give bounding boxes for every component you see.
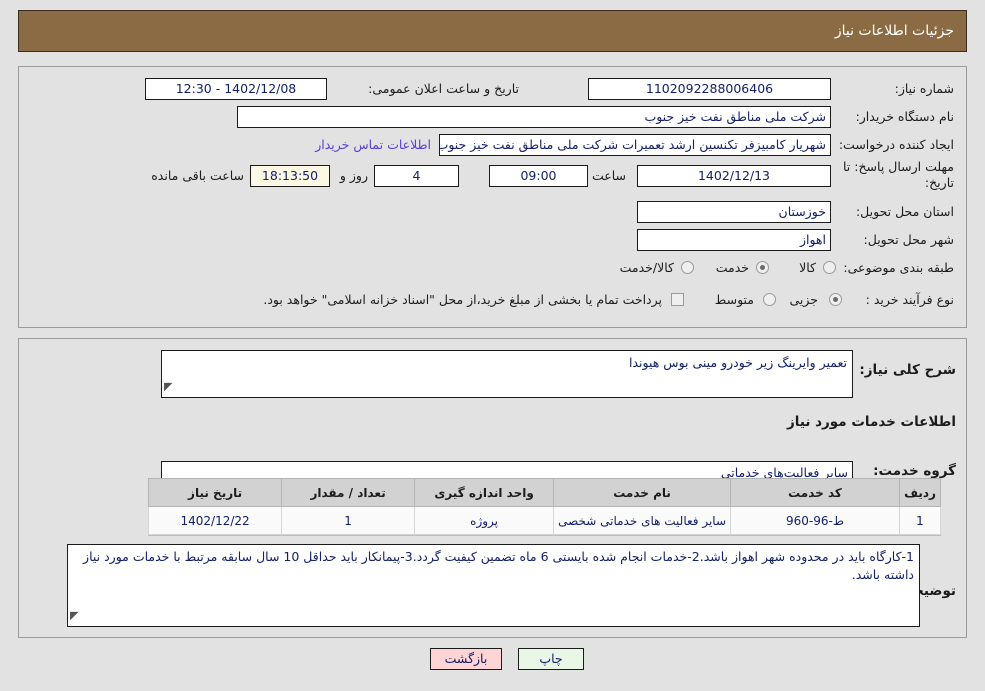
general-description-label: شرح کلی نیاز: bbox=[859, 362, 956, 378]
resize-grip-icon-2[interactable]: ◥ bbox=[70, 607, 78, 625]
back-button[interactable]: بازگشت bbox=[430, 648, 502, 670]
th-need-date: تاریخ نیاز bbox=[148, 478, 283, 507]
need-number-label: شماره نیاز: bbox=[894, 81, 954, 96]
delivery-city-value: اهواز bbox=[637, 229, 831, 251]
general-description-textarea[interactable]: تعمیر وایرینگ زیر خودرو مینی بوس هیوندا … bbox=[161, 350, 853, 398]
radio-process-medium-label: متوسط bbox=[714, 292, 754, 307]
cell-unit: پروژه bbox=[414, 506, 555, 535]
remaining-hours-label: ساعت باقی مانده bbox=[151, 168, 244, 183]
radio-classification-service[interactable] bbox=[756, 261, 769, 274]
print-button[interactable]: چاپ bbox=[518, 648, 584, 670]
buyer-notes-textarea[interactable]: 1-کارگاه باید در محدوده شهر اهواز باشد.2… bbox=[67, 544, 920, 627]
response-deadline-time: 09:00 bbox=[489, 165, 588, 187]
request-creator-value: شهریار کامبیزفر تکنسین ارشد تعمیرات شرکت… bbox=[439, 134, 831, 156]
services-info-title: اطلاعات خدمات مورد نیاز bbox=[786, 414, 956, 430]
remaining-days-label: روز و bbox=[339, 168, 368, 183]
th-quantity: تعداد / مقدار bbox=[281, 478, 416, 507]
buyer-contact-info-link[interactable]: اطلاعات تماس خریدار bbox=[315, 137, 431, 152]
countdown-timer: 18:13:50 bbox=[250, 165, 330, 187]
public-announcement-value: 1402/12/08 - 12:30 bbox=[145, 78, 327, 100]
public-announcement-label: تاریخ و ساعت اعلان عمومی: bbox=[368, 81, 519, 96]
radio-process-minor-label: جزیی bbox=[789, 292, 818, 307]
th-service-name: نام خدمت bbox=[553, 478, 731, 507]
general-description-value: تعمیر وایرینگ زیر خودرو مینی بوس هیوندا bbox=[629, 355, 847, 370]
cell-need-date: 1402/12/22 bbox=[148, 506, 283, 535]
delivery-city-label: شهر محل تحویل: bbox=[863, 232, 954, 247]
radio-process-minor[interactable] bbox=[829, 293, 842, 306]
table-header-row: ردیف کد خدمت نام خدمت واحد اندازه گیری ت… bbox=[148, 478, 941, 507]
request-creator-label: ایجاد کننده درخواست: bbox=[838, 137, 954, 152]
remaining-days-value: 4 bbox=[374, 165, 459, 187]
buyer-notes-value: 1-کارگاه باید در محدوده شهر اهواز باشد.2… bbox=[83, 549, 914, 582]
response-deadline-label: مهلت ارسال پاسخ: تا تاریخ: bbox=[843, 159, 954, 190]
need-number-value: 1102092288006406 bbox=[588, 78, 831, 100]
service-group-label: گروه خدمت: bbox=[873, 463, 956, 479]
response-deadline-date: 1402/12/13 bbox=[637, 165, 831, 187]
needed-services-table: ردیف کد خدمت نام خدمت واحد اندازه گیری ت… bbox=[148, 478, 941, 535]
page-header-bar: جزئیات اطلاعات نیاز bbox=[18, 10, 967, 52]
radio-classification-goods-service[interactable] bbox=[681, 261, 694, 274]
purchase-process-label: نوع فرآیند خرید : bbox=[865, 292, 954, 307]
th-row: ردیف bbox=[899, 478, 941, 507]
radio-process-medium[interactable] bbox=[763, 293, 776, 306]
need-summary-panel: شماره نیاز: 1102092288006406 تاریخ و ساع… bbox=[18, 66, 967, 328]
radio-classification-goods-service-label: کالا/خدمت bbox=[619, 260, 674, 275]
checkbox-islamic-treasury-documents-label: پرداخت تمام یا بخشی از مبلغ خرید،از محل … bbox=[263, 292, 662, 307]
resize-grip-icon[interactable]: ◥ bbox=[164, 378, 172, 396]
buyer-org-value: شرکت ملی مناطق نفت خیز جنوب bbox=[237, 106, 831, 128]
radio-classification-service-label: خدمت bbox=[715, 260, 749, 275]
deadline-time-label: ساعت bbox=[591, 168, 626, 183]
radio-classification-goods[interactable] bbox=[823, 261, 836, 274]
checkbox-islamic-treasury-documents[interactable] bbox=[671, 293, 684, 306]
delivery-province-value: خوزستان bbox=[637, 201, 831, 223]
th-unit: واحد اندازه گیری bbox=[414, 478, 555, 507]
cell-service-code: ط-96-960 bbox=[730, 506, 900, 535]
buyer-org-label: نام دستگاه خریدار: bbox=[855, 109, 954, 124]
table-row[interactable]: 1 ط-96-960 سایر فعالیت های خدماتی شخصی پ… bbox=[148, 506, 941, 535]
cell-quantity: 1 bbox=[281, 506, 416, 535]
cell-row: 1 bbox=[899, 506, 941, 535]
delivery-province-label: استان محل تحویل: bbox=[855, 204, 954, 219]
cell-service-name: سایر فعالیت های خدماتی شخصی bbox=[553, 506, 731, 535]
classification-label: طبقه بندی موضوعی: bbox=[843, 260, 954, 275]
th-service-code: کد خدمت bbox=[730, 478, 900, 507]
page-title: جزئیات اطلاعات نیاز bbox=[834, 23, 954, 39]
radio-classification-goods-label: کالا bbox=[799, 260, 816, 275]
